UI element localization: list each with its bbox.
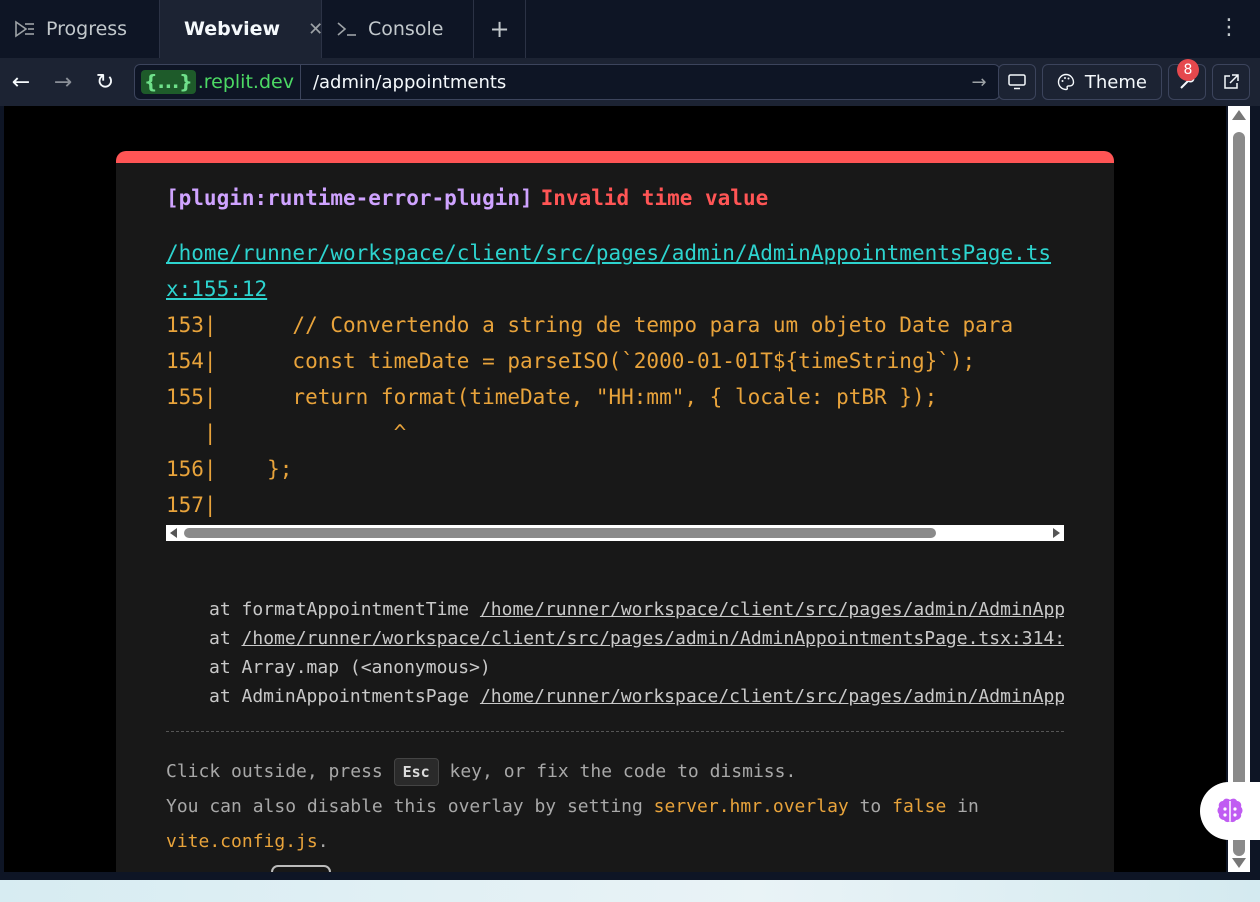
device-preview-button[interactable]: [997, 64, 1036, 100]
tip-text: .: [317, 831, 329, 852]
external-link-icon: [1224, 74, 1239, 89]
stack-frame: at /home/runner/workspace/client/src/pag…: [209, 624, 1064, 653]
tab-console-label: Console: [368, 18, 444, 40]
close-icon[interactable]: ✕: [308, 19, 323, 40]
tip-disable: You can also disable this overlay by set…: [166, 789, 1064, 824]
code-line: | ^: [166, 421, 407, 445]
forward-button[interactable]: →: [42, 58, 84, 106]
browser-toolbar: ← → ↻ {...} .replit.dev /admin/appointme…: [0, 58, 1260, 106]
tip-file: vite.config.js.: [166, 824, 1064, 859]
vertical-scrollbar[interactable]: [1228, 106, 1250, 872]
code-line: 155| return format(timeDate, "HH:mm", { …: [166, 385, 938, 409]
toolbar-actions: Theme 8: [997, 59, 1250, 100]
arrow-right-icon: →: [53, 69, 73, 95]
scroll-up-icon[interactable]: [1232, 110, 1246, 120]
plus-icon: +: [489, 15, 510, 43]
tip-text: in: [946, 796, 979, 817]
tip-dismiss: Click outside, press Esc key, or fix the…: [166, 754, 1064, 789]
tip-config-file: vite.config.js: [166, 831, 318, 852]
domain-text: .replit.dev: [197, 71, 294, 93]
tab-bar: Progress Webview ✕ Console + ⋮: [0, 0, 1260, 58]
back-button[interactable]: ←: [0, 58, 42, 106]
tab-progress-label: Progress: [46, 18, 128, 40]
scroll-down-icon[interactable]: [1232, 858, 1246, 868]
tip-false: false: [892, 796, 947, 817]
stack-trace: at formatAppointmentTime /home/runner/wo…: [166, 595, 1064, 711]
ai-assistant-brain-icon[interactable]: [1200, 782, 1260, 840]
stack-frame-link[interactable]: /home/runner/workspace/client/src/pages/…: [242, 628, 1064, 649]
overlay-divider: [166, 731, 1064, 732]
os-taskbar: [0, 880, 1260, 902]
stack-frame-text: at Array.map (<anonymous>): [209, 657, 491, 678]
code-frame: 153| // Convertendo a string de tempo pa…: [166, 307, 1064, 523]
tab-console[interactable]: Console: [322, 0, 474, 58]
stack-frame: at AdminAppointmentsPage /home/runner/wo…: [209, 682, 1064, 711]
tip-config-key: server.hmr.overlay: [653, 796, 849, 817]
stack-frame-text: at: [209, 628, 242, 649]
more-options-icon[interactable]: ⋮: [1218, 16, 1240, 40]
domain-braces: {...}: [141, 70, 196, 94]
stack-frame-text: at formatAppointmentTime: [209, 599, 480, 620]
terminal-icon: [337, 22, 356, 36]
scrollbar-thumb[interactable]: [184, 528, 936, 538]
tip-text: to: [848, 796, 893, 817]
palette-icon: [1057, 73, 1075, 91]
tab-webview-label: Webview: [184, 18, 281, 40]
devtools-badge: 8: [1177, 59, 1199, 81]
code-line: 157|: [166, 493, 217, 517]
error-message: Invalid time value: [540, 186, 769, 210]
desktop-icon: [1008, 74, 1026, 90]
open-new-window-button[interactable]: [1212, 64, 1250, 100]
url-domain: {...} .replit.dev: [135, 65, 301, 99]
tip-text: Click outside, press: [166, 761, 394, 782]
progress-icon: [15, 20, 34, 38]
resize-handle[interactable]: [271, 865, 331, 872]
devtools-button[interactable]: 8: [1168, 59, 1206, 100]
tip-text: key, or fix the code to dismiss.: [438, 761, 797, 782]
tab-progress[interactable]: Progress: [0, 0, 160, 58]
reload-button[interactable]: ↻: [84, 58, 126, 106]
stack-frame-link[interactable]: /home/runner/workspace/client/src/pages/…: [480, 686, 1064, 707]
stack-frame: at formatAppointmentTime /home/runner/wo…: [209, 595, 1064, 624]
code-horizontal-scrollbar[interactable]: [166, 525, 1064, 541]
reload-icon: ↻: [95, 69, 115, 95]
code-line: 156| };: [166, 457, 293, 481]
overlay-tip: Click outside, press Esc key, or fix the…: [166, 754, 1064, 859]
code-line: 153| // Convertendo a string de tempo pa…: [166, 313, 1014, 337]
theme-label: Theme: [1084, 71, 1147, 93]
theme-button[interactable]: Theme: [1041, 64, 1162, 100]
stack-frame: at Array.map (<anonymous>): [209, 653, 1064, 682]
scrollbar-thumb[interactable]: [1233, 132, 1245, 856]
scroll-left-icon[interactable]: [170, 528, 177, 538]
esc-key: Esc: [393, 758, 439, 786]
arrow-left-icon: ←: [11, 69, 31, 95]
add-tab-button[interactable]: +: [474, 0, 526, 58]
stack-frame-text: at AdminAppointmentsPage: [209, 686, 480, 707]
error-file-link[interactable]: /home/runner/workspace/client/src/pages/…: [166, 235, 1064, 307]
tab-webview[interactable]: Webview ✕: [160, 0, 323, 58]
url-bar[interactable]: {...} .replit.dev /admin/appointments →: [134, 64, 1000, 100]
go-arrow-icon[interactable]: →: [959, 72, 999, 93]
stack-frame-link[interactable]: /home/runner/workspace/client/src/pages/…: [480, 599, 1064, 620]
error-overlay: [plugin:runtime-error-plugin] Invalid tim…: [116, 151, 1114, 872]
webview-frame: [plugin:runtime-error-plugin] Invalid tim…: [4, 106, 1226, 872]
url-path-input[interactable]: /admin/appointments: [301, 72, 959, 93]
code-line: 154| const timeDate = parseISO(`2000-01-…: [166, 349, 976, 373]
scroll-right-icon[interactable]: [1053, 528, 1060, 538]
tip-text: You can also disable this overlay by set…: [166, 796, 654, 817]
error-header: [plugin:runtime-error-plugin] Invalid tim…: [166, 181, 1064, 215]
error-plugin: [plugin:runtime-error-plugin]: [166, 186, 533, 210]
